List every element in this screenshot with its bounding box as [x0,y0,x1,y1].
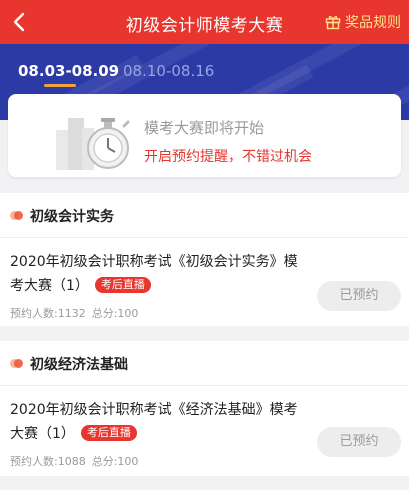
section-dot-icon [10,357,24,371]
exam-title[interactable]: 2020年初级会计职称考试《初级会计实务》模考大赛（1） 考后直播 [10,250,310,298]
active-tab-indicator [44,84,76,87]
reserve-count: 预约人数:1132 [10,307,86,320]
live-tag: 考后直播 [94,277,151,293]
section-header: 初级会计实务 [10,206,114,226]
section-title: 初级经济法基础 [30,357,128,373]
total-score: 总分:100 [91,307,139,320]
exam-meta: 预约人数:1132 总分:100 [10,305,138,321]
divider [0,237,409,238]
live-tag: 考后直播 [80,425,137,441]
stopwatch-illustration-icon [56,118,130,170]
date-tabs: 08.03-08.09 08.10-08.16 [0,62,409,92]
reserve-count: 预约人数:1088 [10,455,86,468]
exam-meta: 预约人数:1088 总分:100 [10,453,138,469]
banner-subtitle[interactable]: 开启预约提醒，不错过机会 [144,146,312,166]
prize-rules-button[interactable]: 奖品规则 [325,12,401,32]
exam-card-economic-law: 初级经济法基础 2020年初级会计职称考试《经济法基础》模考大赛（1） 考后直播 … [0,341,409,476]
exam-title-text: 2020年初级会计职称考试《经济法基础》模考大赛（1） [10,402,298,442]
total-score: 总分:100 [91,455,139,468]
section-title: 初级会计实务 [30,209,114,225]
countdown-banner: 模考大赛即将开始 开启预约提醒，不错过机会 [8,94,401,177]
top-nav-bar: 初级会计师模考大赛 奖品规则 [0,0,409,44]
exam-title[interactable]: 2020年初级会计职称考试《经济法基础》模考大赛（1） 考后直播 [10,398,310,446]
gift-icon [325,16,341,30]
reserved-button[interactable]: 已预约 [317,281,401,311]
exam-card-accounting: 初级会计实务 2020年初级会计职称考试《初级会计实务》模考大赛（1） 考后直播 … [0,193,409,326]
exam-title-text: 2020年初级会计职称考试《初级会计实务》模考大赛（1） [10,254,298,294]
tab-week-1[interactable]: 08.03-08.09 [18,62,119,80]
tab-week-2[interactable]: 08.10-08.16 [123,62,214,80]
prize-rules-label: 奖品规则 [345,15,401,31]
section-header: 初级经济法基础 [10,354,128,374]
divider [0,385,409,386]
reserved-button[interactable]: 已预约 [317,427,401,457]
banner-title: 模考大赛即将开始 [144,119,265,137]
section-dot-icon [10,209,24,223]
